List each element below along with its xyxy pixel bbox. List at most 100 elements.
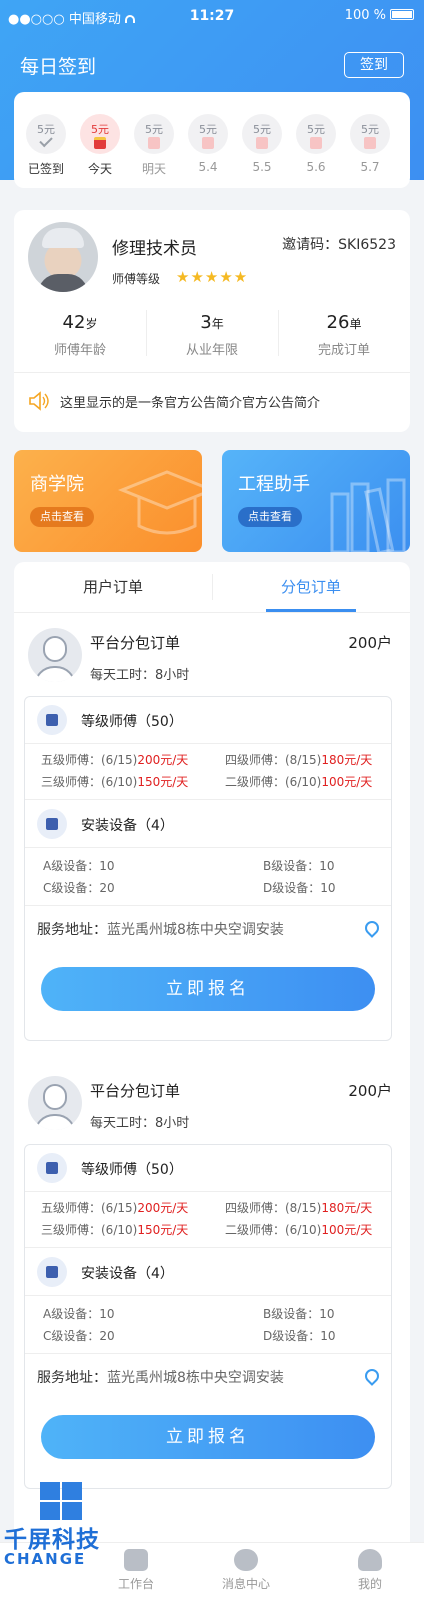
day-amount: 5元 (91, 123, 109, 136)
address-value: 蓝光禹州城8栋中央空调安装 (107, 922, 284, 938)
stat-age: 42岁 师傅年龄 (14, 312, 146, 358)
red-packet-icon (310, 137, 322, 149)
day-label: 明天 (141, 162, 166, 176)
day-label: 5.4 (198, 160, 218, 174)
master-rate: 二级师傅：(6/10)100元/天 (225, 773, 372, 790)
stat-value: 42 (62, 312, 86, 333)
books-icon (330, 478, 406, 552)
page-title: 每日签到 (20, 56, 97, 78)
notice-text[interactable]: 这里显示的是一条官方公告简介官方公告简介 (60, 392, 320, 411)
rate-price: 100元/天 (321, 775, 373, 789)
tab-mine[interactable]: 我的 (330, 1549, 410, 1592)
stat-unit: 单 (349, 317, 362, 331)
engineering-helper-card[interactable]: 工程助手 点击查看 (222, 450, 410, 552)
apply-button[interactable]: 立即报名 (41, 1415, 375, 1459)
divider (14, 372, 410, 373)
address-value: 蓝光禹州城8栋中央空调安装 (107, 1370, 284, 1386)
checkin-day[interactable]: 5元 5.5 (242, 114, 282, 174)
profile-card: 修理技术员 邀请码：SKI6523 师傅等级 ★★★★★ 42岁 师傅年龄 3年… (14, 210, 410, 432)
service-address: 服务地址：蓝光禹州城8栋中央空调安装 (37, 1367, 284, 1387)
order-title: 平台分包订单 (90, 1082, 181, 1100)
red-packet-icon (94, 137, 106, 149)
user-icon (358, 1549, 382, 1571)
address-label: 服务地址： (37, 1370, 107, 1386)
stat-unit: 岁 (85, 317, 98, 331)
orders-panel: 用户订单 分包订单 平台分包订单 200户 每天工时：8小时 等级师傅（50） … (14, 562, 410, 1572)
equipment-title: 安装设备（4） (81, 1266, 174, 1282)
master-rate: 四级师傅：(8/15)180元/天 (225, 751, 372, 768)
checkin-day[interactable]: 5元 明天 (134, 114, 174, 177)
camera-icon (37, 1257, 67, 1287)
master-rate: 三级师傅：(6/10)150元/天 (41, 1221, 188, 1238)
rate-price: 150元/天 (137, 775, 189, 789)
order-hours: 每天工时：8小时 (90, 668, 190, 683)
rate-label: 三级师傅：(6/10) (41, 775, 138, 789)
equipment-item: B级设备：10 (263, 1307, 335, 1321)
divider (14, 612, 410, 613)
stat-label: 完成订单 (317, 343, 370, 358)
master-rate: 五级师傅：(6/15)200元/天 (41, 751, 188, 768)
rate-price: 150元/天 (137, 1223, 189, 1237)
tab-user-orders[interactable]: 用户订单 (14, 562, 212, 612)
rate-label: 四级师傅：(8/15) (225, 753, 322, 767)
coin-icon: 5元 (296, 114, 336, 154)
tab-sub-orders[interactable]: 分包订单 (212, 562, 410, 612)
graduation-cap-icon (117, 470, 202, 535)
day-amount: 5元 (253, 123, 271, 136)
level-label: 师傅等级 (112, 272, 161, 286)
avatar[interactable] (28, 222, 98, 292)
view-button[interactable]: 点击查看 (238, 507, 302, 527)
red-packet-icon (148, 137, 160, 149)
business-school-card[interactable]: 商学院 点击查看 (14, 450, 202, 552)
divider (25, 1353, 391, 1354)
stat-unit: 年 (211, 317, 224, 331)
coin-icon: 5元 (134, 114, 174, 154)
profile-name: 修理技术员 (112, 239, 197, 259)
invite-code: 邀请码：SKI6523 (282, 237, 396, 253)
equipment-item: C级设备：20 (43, 881, 115, 895)
sign-in-button[interactable]: 签到 (344, 52, 404, 78)
master-rate: 四级师傅：(8/15)180元/天 (225, 1199, 372, 1216)
day-label: 5.6 (306, 160, 326, 174)
equipment-title: 安装设备（4） (81, 818, 174, 834)
order-details: 等级师傅（50） 五级师傅：(6/15)200元/天 四级师傅：(8/15)18… (24, 1144, 392, 1489)
coin-icon: 5元 (188, 114, 228, 154)
chat-icon (234, 1549, 258, 1571)
red-packet-icon (202, 137, 214, 149)
coin-icon: 5元 (80, 114, 120, 154)
tab-label: 我的 (357, 1577, 382, 1591)
stat-value: 3 (200, 312, 212, 333)
checkin-day[interactable]: 5元 已签到 (26, 114, 66, 177)
checkin-day[interactable]: 5元 5.4 (188, 114, 228, 174)
service-address: 服务地址：蓝光禹州城8栋中央空调安装 (37, 919, 284, 939)
stat-value: 26 (326, 312, 350, 333)
rate-price: 200元/天 (137, 1201, 189, 1215)
location-pin-icon[interactable] (362, 918, 382, 938)
order-title: 平台分包订单 (90, 634, 181, 652)
view-button[interactable]: 点击查看 (30, 507, 94, 527)
day-label: 已签到 (27, 162, 64, 176)
worker-icon (37, 705, 67, 735)
equipment-item: A级设备：10 (43, 859, 115, 873)
master-rate: 二级师傅：(6/10)100元/天 (225, 1221, 372, 1238)
tab-messages[interactable]: 消息中心 (206, 1549, 286, 1592)
checkin-day[interactable]: 5元 今天 (80, 114, 120, 177)
location-pin-icon[interactable] (362, 1366, 382, 1386)
day-label: 5.5 (252, 160, 272, 174)
order-avatar (28, 1076, 82, 1130)
coin-icon: 5元 (350, 114, 390, 154)
stat-label: 从业年限 (185, 343, 238, 358)
day-label: 今天 (87, 162, 112, 176)
masters-title: 等级师傅（50） (81, 1162, 183, 1178)
coin-icon: 5元 (26, 114, 66, 154)
battery-icon (390, 9, 414, 20)
coin-icon: 5元 (242, 114, 282, 154)
red-packet-icon (256, 137, 268, 149)
apply-button[interactable]: 立即报名 (41, 967, 375, 1011)
rate-label: 二级师傅：(6/10) (225, 1223, 322, 1237)
checkin-day[interactable]: 5元 5.7 (350, 114, 390, 174)
day-label: 5.7 (360, 160, 380, 174)
checkin-card: 5元 已签到 5元 今天 5元 明天 5元 5.4 5元 5.5 5元 5.6 … (14, 92, 410, 188)
checkin-day[interactable]: 5元 5.6 (296, 114, 336, 174)
equipment-item: D级设备：10 (263, 881, 336, 895)
